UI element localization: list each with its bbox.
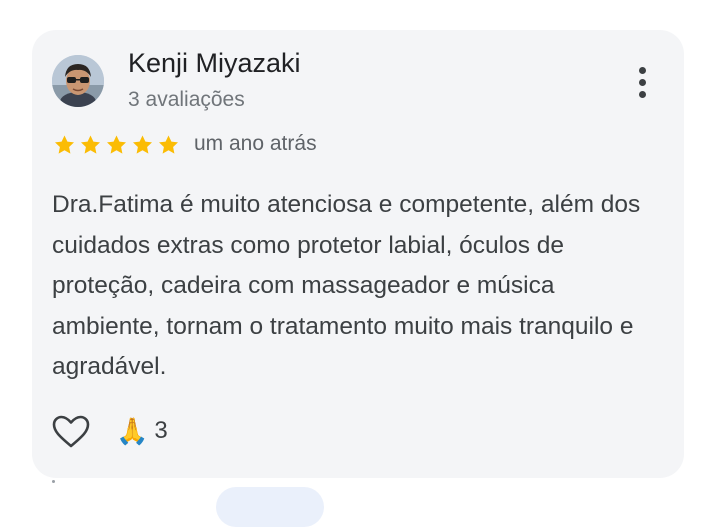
star-icon [81,135,100,154]
review-timestamp: um ano atrás [194,132,317,155]
star-icon [159,135,178,154]
more-vert-icon-dot [638,78,646,86]
star-icon [107,135,126,154]
author-name[interactable]: Kenji Miyazaki [128,48,301,79]
partial-next-button[interactable] [216,487,324,527]
more-vert-icon-dot [638,90,646,98]
star-icon [55,135,74,154]
star-rating [52,133,181,157]
reaction-chip[interactable]: 🙏 3 [116,416,168,446]
like-button[interactable] [51,414,91,450]
reaction-count: 3 [154,417,168,444]
review-text: Dra.Fatima é muito atenciosa e competent… [52,191,641,380]
star-icon [133,135,152,154]
avatar[interactable] [52,55,104,107]
more-vert-icon [638,66,646,74]
praying-hands-icon: 🙏 [116,416,149,446]
heart-outline-icon [52,415,90,448]
divider-dot [52,480,55,483]
more-options-button[interactable] [626,62,658,102]
author-review-count: 3 avaliações [128,88,245,111]
